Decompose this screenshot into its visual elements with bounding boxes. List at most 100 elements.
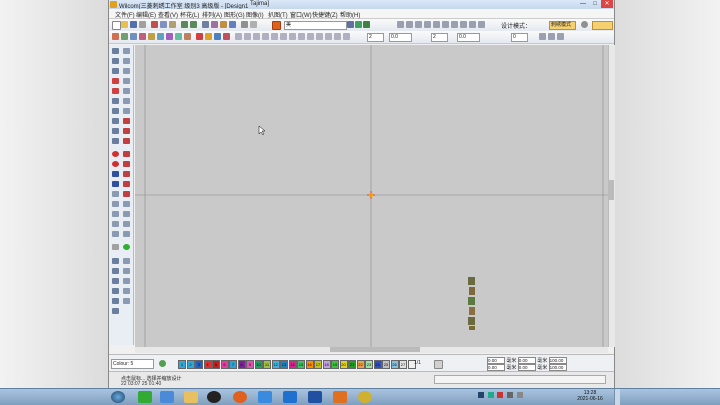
color-swatch[interactable]: 23	[365, 360, 373, 369]
coord-x[interactable]: 0.00	[487, 357, 505, 364]
align-icon-10[interactable]	[478, 21, 485, 28]
stitch-type-icon-2[interactable]	[139, 33, 146, 40]
menu-file[interactable]: 文件(F)	[115, 10, 135, 19]
align-icon-5[interactable]	[433, 21, 440, 28]
satin-icon[interactable]	[196, 33, 203, 40]
spin-field-3[interactable]: 2	[431, 33, 448, 42]
menu-view[interactable]: 查看(V)	[158, 10, 178, 19]
lettering-tool-icon[interactable]	[112, 171, 119, 177]
font-field[interactable]: 美	[284, 21, 347, 30]
run-icon[interactable]	[214, 33, 221, 40]
help-icon[interactable]	[581, 21, 588, 28]
run-line-icon[interactable]	[123, 128, 130, 134]
spin-field-4[interactable]: 0.0	[457, 33, 480, 42]
spin-field-2[interactable]: 0.0	[389, 33, 412, 42]
taskbar-arrow-icon[interactable]	[283, 391, 297, 403]
color-swatch[interactable]: 1	[178, 360, 186, 369]
tool-icon-k[interactable]	[112, 308, 119, 314]
effect-icon-3[interactable]	[253, 33, 260, 40]
color-swatch[interactable]: 15	[297, 360, 305, 369]
color-swatch[interactable]: 22	[356, 360, 365, 369]
polygon-select-icon[interactable]	[112, 58, 119, 64]
effect-icon-1[interactable]	[235, 33, 242, 40]
rotate-icon[interactable]	[123, 88, 130, 94]
brush-icon[interactable]	[355, 21, 362, 28]
zoom-icon[interactable]	[202, 21, 209, 28]
envelope-icon[interactable]	[112, 244, 119, 250]
taskbar-yellow-icon[interactable]	[358, 391, 372, 403]
reshape-tool-icon[interactable]	[123, 48, 130, 54]
stitch-type-icon-3[interactable]	[148, 33, 155, 40]
curve-icon[interactable]	[123, 151, 130, 157]
print-icon[interactable]	[139, 21, 146, 28]
maximize-button[interactable]: □	[589, 0, 601, 8]
tool-icon-d[interactable]	[123, 268, 130, 274]
array-icon[interactable]	[123, 221, 130, 227]
grid-icon[interactable]	[229, 21, 236, 28]
hoop-button[interactable]	[592, 21, 613, 30]
digitize-icon-2[interactable]	[123, 118, 130, 124]
stitch-icon[interactable]	[211, 21, 218, 28]
text-on-path-icon[interactable]	[112, 181, 119, 187]
effect-icon-11[interactable]	[325, 33, 332, 40]
tool-icon-a[interactable]	[112, 258, 119, 264]
spin-field-5[interactable]: 0	[511, 33, 528, 42]
align-icon-4[interactable]	[424, 21, 431, 28]
color-swatch[interactable]: 10	[254, 360, 263, 369]
color-swatch[interactable]: 5	[212, 360, 220, 369]
taskbar-clock[interactable]: 13:28 2021-06-16	[568, 390, 612, 402]
color-swatch[interactable]: 4	[203, 360, 212, 369]
effect-icon-6[interactable]	[280, 33, 287, 40]
menu-applique[interactable]: 杯花(L)	[180, 10, 199, 19]
open-icon[interactable]	[121, 21, 128, 28]
align-icon-1[interactable]	[397, 21, 404, 28]
hole-icon[interactable]	[112, 201, 119, 207]
sequin-icon[interactable]	[123, 181, 130, 187]
applique-icon[interactable]	[112, 191, 119, 197]
tool-icon-j[interactable]	[123, 298, 130, 304]
align-icon-2[interactable]	[406, 21, 413, 28]
nudge-icon-1[interactable]	[539, 33, 546, 40]
tray-icon-2[interactable]	[487, 392, 494, 398]
coord-h[interactable]: 0.00	[517, 364, 536, 371]
stitch-type-icon-5[interactable]	[166, 33, 173, 40]
color-swatch[interactable]: 18	[322, 360, 331, 369]
menu-image[interactable]: 图像(I)	[246, 10, 264, 19]
ellipse-tool-icon[interactable]	[112, 161, 119, 167]
taskbar-wilcom-icon[interactable]	[333, 391, 347, 403]
satin-tool-icon[interactable]	[112, 138, 119, 144]
menu-arrange[interactable]: 排列(A)	[202, 10, 222, 19]
pointer-icon[interactable]	[112, 48, 119, 54]
taskbar-ie-icon[interactable]	[160, 391, 174, 403]
stitch-type-icon-6[interactable]	[175, 33, 182, 40]
color-swatch[interactable]: 25	[382, 360, 390, 369]
color-swatch[interactable]: 16	[305, 360, 314, 369]
thread-icon[interactable]	[220, 21, 227, 28]
knife-icon[interactable]	[123, 108, 130, 114]
align-icon-7[interactable]	[451, 21, 458, 28]
circle-tool-icon[interactable]	[112, 151, 119, 157]
reshape-icon[interactable]	[121, 33, 128, 40]
embroidery-text-object[interactable]	[468, 277, 475, 330]
stitch-red-icon-2[interactable]	[112, 88, 119, 94]
effect-icon-10[interactable]	[316, 33, 323, 40]
coord-pct2[interactable]: 100.00	[548, 364, 567, 371]
lasso-icon[interactable]	[112, 68, 119, 74]
tool-icon-b[interactable]	[123, 258, 130, 264]
break-icon[interactable]	[112, 231, 119, 237]
coord-pct1[interactable]: 100.00	[548, 357, 567, 364]
tool-icon-e[interactable]	[112, 278, 119, 284]
color-swatch[interactable]: 6	[220, 360, 229, 369]
color-swatch[interactable]: 20	[339, 360, 348, 369]
horizontal-scrollbar[interactable]	[135, 347, 608, 353]
mirror-icon[interactable]	[112, 98, 119, 104]
measure-icon[interactable]	[241, 21, 248, 28]
select-icon[interactable]	[112, 33, 119, 40]
node-icon[interactable]	[123, 68, 130, 74]
outline-icon[interactable]	[123, 58, 130, 64]
design-canvas[interactable]	[135, 45, 608, 347]
align-icon-8[interactable]	[460, 21, 467, 28]
color-swatch[interactable]: 7	[229, 360, 237, 369]
stitch-type-icon-1[interactable]	[130, 33, 137, 40]
color-swatch[interactable]: 24	[373, 360, 382, 369]
